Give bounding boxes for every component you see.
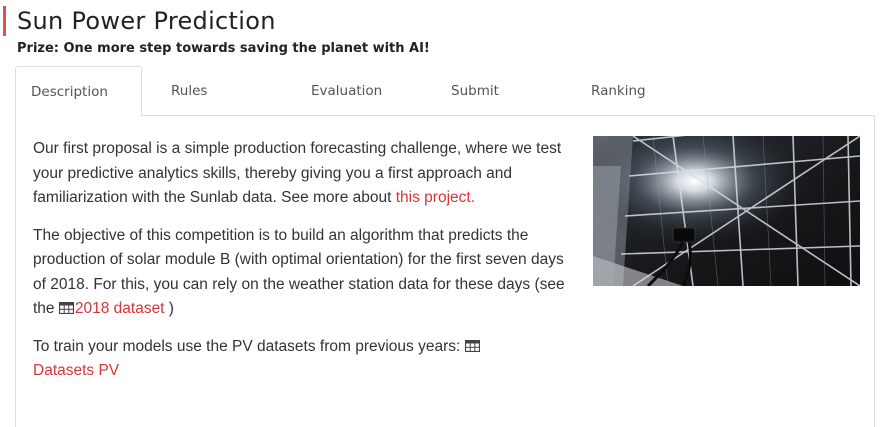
datasets-pv-link[interactable]: Datasets PV bbox=[33, 362, 119, 379]
training-paragraph: To train your models use the PV datasets… bbox=[33, 335, 578, 384]
solar-panel-illustration bbox=[593, 136, 860, 286]
intro-text: Our first proposal is a simple productio… bbox=[33, 140, 562, 206]
table-icon bbox=[464, 339, 480, 352]
table-icon bbox=[58, 302, 74, 314]
tab-ranking[interactable]: Ranking bbox=[591, 66, 646, 116]
title-accent-bar bbox=[3, 6, 6, 36]
tab-evaluation[interactable]: Evaluation bbox=[311, 66, 382, 116]
dataset-2018-link[interactable]: 2018 dataset bbox=[75, 300, 165, 317]
description-content: Our first proposal is a simple productio… bbox=[33, 137, 578, 397]
tab-description[interactable]: Description bbox=[15, 66, 142, 117]
training-text: To train your models use the PV datasets… bbox=[33, 337, 465, 355]
tab-rules[interactable]: Rules bbox=[171, 66, 207, 116]
objective-paragraph: The objective of this competition is to … bbox=[33, 224, 578, 322]
tab-submit[interactable]: Submit bbox=[451, 66, 499, 116]
tab-bar: Description Rules Evaluation Submit Rank… bbox=[15, 66, 875, 117]
this-project-link[interactable]: this project. bbox=[396, 189, 475, 206]
page-title: Sun Power Prediction bbox=[17, 7, 276, 35]
prize-text: Prize: One more step towards saving the … bbox=[17, 41, 430, 56]
objective-tail: ) bbox=[164, 300, 174, 317]
solar-panel-photo bbox=[593, 136, 860, 286]
intro-paragraph: Our first proposal is a simple productio… bbox=[33, 137, 578, 211]
